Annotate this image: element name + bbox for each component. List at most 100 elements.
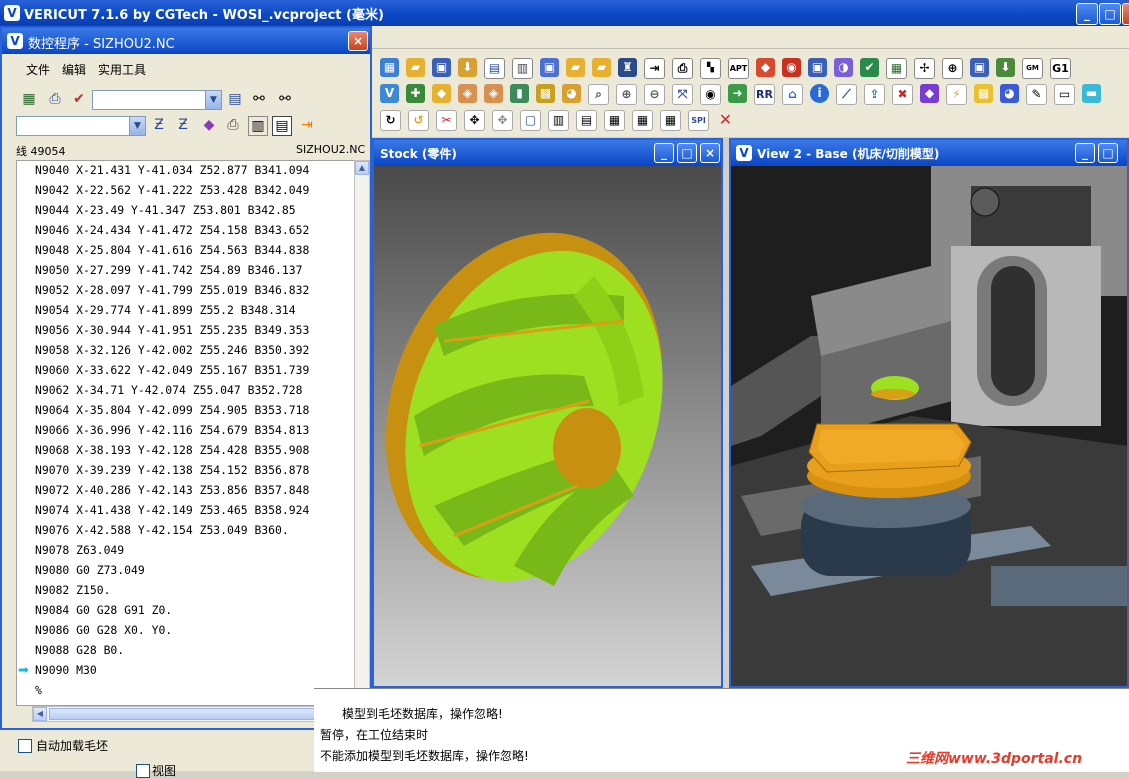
nc-code-line[interactable]: N9074 X-41.438 Y-42.149 Z53.465 B358.924 <box>35 503 309 517</box>
machine-viewport[interactable] <box>731 166 1127 686</box>
arrow-icon[interactable]: ➜ <box>728 84 747 103</box>
nc-code-line[interactable]: N9084 G0 G28 G91 Z0. <box>35 603 172 617</box>
nc-code-line[interactable]: N9044 X-23.49 Y-41.347 Z53.801 B342.85 <box>35 203 296 217</box>
nc-vertical-scrollbar[interactable]: ▲ ▼ <box>354 160 370 704</box>
nc-code-line[interactable]: N9040 X-21.431 Y-41.034 Z52.877 B341.094 <box>35 163 309 177</box>
rr-icon[interactable]: RR <box>754 84 775 105</box>
nc-code-line[interactable]: N9066 X-36.996 Y-42.116 Z54.679 B354.813 <box>35 423 309 437</box>
nc-find-next-icon[interactable]: ⚯ <box>276 90 294 108</box>
section-icon[interactable]: ✂ <box>436 110 457 131</box>
delete-model-icon[interactable]: ✖ <box>892 84 913 105</box>
nc-code-line[interactable]: N9070 X-39.239 Y-42.138 Z54.152 B356.878 <box>35 463 309 477</box>
nc-exit-icon[interactable]: ⇥ <box>298 116 316 134</box>
nc-code-line[interactable]: N9082 Z150. <box>35 583 110 597</box>
table-icon[interactable]: ▦ <box>886 58 907 79</box>
layout-2v-icon[interactable]: ▥ <box>548 110 569 131</box>
nc-grid-icon[interactable]: ▦ <box>20 90 38 108</box>
nc-binoculars-icon[interactable]: ⚯ <box>250 90 268 108</box>
stock-view[interactable]: Stock (零件) _ □ × <box>372 138 723 688</box>
target-icon[interactable]: ⊕ <box>942 58 963 79</box>
maximize-button[interactable]: □ <box>1099 3 1121 25</box>
info-icon[interactable]: i <box>810 84 829 103</box>
stock-viewport[interactable] <box>374 166 721 686</box>
gmxy-icon[interactable]: GM XY <box>1022 58 1043 79</box>
scroll-left-icon[interactable]: ◀ <box>33 707 47 721</box>
auto-load-stock-checkbox[interactable] <box>18 739 32 753</box>
rotate-view-icon[interactable]: ↻ <box>380 110 401 131</box>
nc-eraser-icon[interactable]: ◆ <box>200 116 218 134</box>
nc-code-line[interactable]: N9068 X-38.193 Y-42.128 Z54.428 B355.908 <box>35 443 309 457</box>
nc-code-line[interactable]: N9080 G0 Z73.049 <box>35 563 145 577</box>
nc-printer-icon[interactable]: ⎙ <box>224 116 242 134</box>
import-icon[interactable]: ⬇ <box>458 58 477 77</box>
landscape-icon[interactable]: ▬ <box>1082 84 1101 103</box>
stock-minimize-button[interactable]: _ <box>654 143 674 163</box>
camera-icon[interactable]: ▭ <box>1054 84 1075 105</box>
nc-code-line[interactable]: N9072 X-40.286 Y-42.143 Z53.856 B357.848 <box>35 483 309 497</box>
save-model-icon[interactable]: ▣ <box>970 58 989 77</box>
folder-icon[interactable]: ▰ <box>592 58 611 77</box>
box-icon[interactable]: ▩ <box>536 84 555 103</box>
menu-file[interactable]: 文件 <box>26 61 50 78</box>
palette-icon[interactable]: ◕ <box>562 84 581 103</box>
view2-minimize-button[interactable]: _ <box>1075 143 1095 163</box>
nc-print-icon[interactable]: ⎙ <box>46 90 64 108</box>
grid-icon[interactable]: ▦ <box>380 58 399 77</box>
nc-window-close-button[interactable]: × <box>348 31 368 51</box>
nc-horizontal-scrollbar[interactable]: ◀ ▶ <box>32 706 354 722</box>
zoom-icon[interactable]: ⌕ <box>588 84 609 105</box>
wrench-icon[interactable]: ✎ <box>1026 84 1047 105</box>
document-icon[interactable]: ▤ <box>484 58 505 79</box>
color-icon[interactable]: ◕ <box>1000 84 1019 103</box>
nc-code-line[interactable]: N9050 X-27.299 Y-41.742 Z54.89 B346.137 <box>35 263 302 277</box>
nc-code-line[interactable]: N9054 X-29.774 Y-41.899 Z55.2 B348.314 <box>35 303 296 317</box>
zoom-out-icon[interactable]: ⊖ <box>644 84 665 105</box>
vericut-icon[interactable]: V <box>380 84 399 103</box>
open-project-icon[interactable]: ▰ <box>566 58 585 77</box>
compare-icon[interactable]: ◑ <box>834 58 853 77</box>
rotate2-icon[interactable]: ◈ <box>484 84 503 103</box>
open-folder-icon[interactable]: ▰ <box>406 58 425 77</box>
cube-icon[interactable]: ▩ <box>974 84 993 103</box>
nc-code-line[interactable]: N9056 X-30.944 Y-41.951 Z55.235 B349.353 <box>35 323 309 337</box>
close-button[interactable] <box>1122 3 1129 25</box>
graph-icon[interactable]: ⟋ <box>836 84 857 105</box>
menu-edit[interactable]: 编辑 <box>62 61 86 78</box>
machine-view[interactable]: View 2 - Base (机床/切削模型) V _ □ <box>729 138 1129 688</box>
apt-icon[interactable]: APT <box>728 58 749 79</box>
cut-icon[interactable]: ◉ <box>782 58 801 77</box>
tool-icon[interactable]: ♜ <box>618 58 637 77</box>
nc-code-line[interactable]: N9046 X-24.434 Y-41.472 Z54.158 B343.652 <box>35 223 309 237</box>
nc-code-line[interactable]: N9058 X-32.126 Y-42.002 Z55.246 B350.392 <box>35 343 309 357</box>
nc-code-list[interactable]: N9040 X-21.431 Y-41.034 Z52.877 B341.094… <box>16 160 356 706</box>
spi-icon[interactable]: SPI <box>688 110 709 131</box>
nc-code-line[interactable]: N9048 X-25.804 Y-41.616 Z54.563 B344.838 <box>35 243 309 257</box>
lightning-icon[interactable]: ⚡ <box>946 84 967 105</box>
zoom-in-icon[interactable]: ⊕ <box>616 84 637 105</box>
nc-code-line[interactable]: N9064 X-35.804 Y-42.099 Z54.905 B353.718 <box>35 403 309 417</box>
nc-code-line[interactable]: N9088 G28 B0. <box>35 643 124 657</box>
book-icon[interactable]: ▮ <box>510 84 529 103</box>
minimize-button[interactable]: _ <box>1076 3 1098 25</box>
enter-icon[interactable]: ⇥ <box>644 58 665 79</box>
pan-icon[interactable]: ✥ <box>464 110 485 131</box>
nc-list-icon[interactable]: ▤ <box>226 90 244 108</box>
rotate-icon[interactable]: ◈ <box>458 84 477 103</box>
diamond-icon[interactable]: ◆ <box>432 84 451 103</box>
layout-2h-icon[interactable]: ▤ <box>576 110 597 131</box>
layout-4-icon[interactable]: ▦ <box>660 110 681 131</box>
layout-3b-icon[interactable]: ▦ <box>632 110 653 131</box>
nc-code-line[interactable]: N9052 X-28.097 Y-41.799 Z55.019 B346.832 <box>35 283 309 297</box>
printer-icon[interactable]: ⎙ <box>672 58 693 79</box>
save-icon[interactable]: ▣ <box>432 58 451 77</box>
fit-icon[interactable]: ⤧ <box>672 84 693 105</box>
nc-code-line[interactable]: N9060 X-33.622 Y-42.049 Z55.167 B351.739 <box>35 363 309 377</box>
scroll-thumb[interactable] <box>49 708 335 720</box>
x-close-icon[interactable]: ✕ <box>716 110 735 129</box>
nc-split-v-icon[interactable]: ▥ <box>248 116 268 136</box>
spin-icon[interactable]: ↺ <box>408 110 429 131</box>
nc-file-combo[interactable]: ▼ <box>16 116 146 136</box>
view-checkbox[interactable] <box>136 764 150 778</box>
nc-code-line[interactable]: N9062 X-34.71 Y-42.074 Z55.047 B352.728 <box>35 383 302 397</box>
home-icon[interactable]: ⌂ <box>782 84 803 105</box>
